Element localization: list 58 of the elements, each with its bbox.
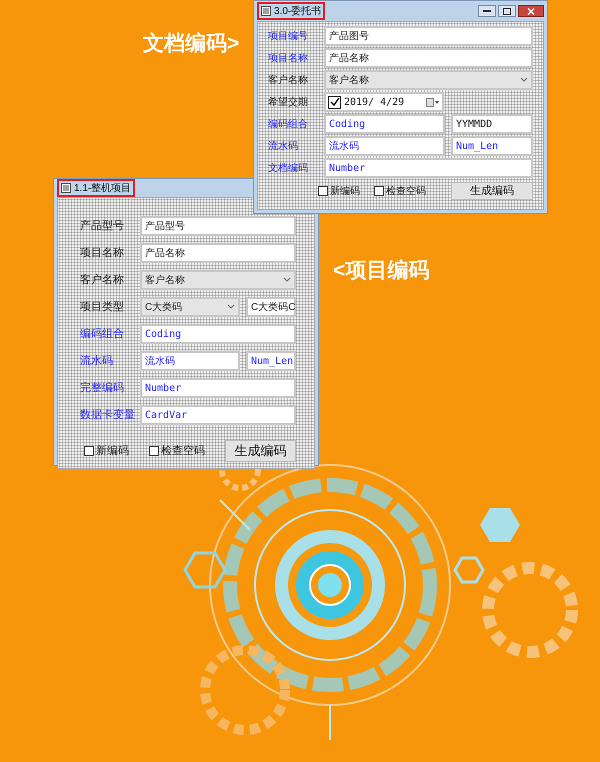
field-label: 流水码	[268, 140, 299, 154]
calendar-icon[interactable]	[426, 98, 440, 106]
input-field[interactable]: 产品名称	[324, 48, 533, 68]
form-icon	[61, 183, 71, 193]
maximize-button[interactable]	[498, 5, 516, 17]
field-label: 希望交期	[268, 96, 309, 110]
input-field[interactable]: Coding	[140, 324, 296, 344]
checkbox[interactable]: 检查空码	[374, 184, 426, 198]
input-field[interactable]: CardVar	[140, 405, 296, 425]
callout-text: 文档编码>	[143, 31, 240, 57]
input-field[interactable]: 产品图号	[324, 26, 533, 46]
close-icon	[527, 8, 535, 14]
input-field[interactable]: Coding	[324, 114, 445, 134]
input-field[interactable]: 流水码	[140, 351, 240, 371]
field-label: 完整编码	[79, 380, 125, 396]
field-label: 项目编号	[268, 30, 309, 44]
date-field[interactable]: 2019/ 4/29	[324, 92, 444, 112]
checkbox[interactable]	[328, 96, 341, 108]
minimize-button[interactable]	[478, 5, 496, 17]
chevron-icon	[283, 277, 291, 283]
chevron-icon	[520, 77, 528, 83]
field-label: 文档编码	[268, 162, 309, 176]
callout-text: <项目编码	[333, 258, 430, 284]
dropdown[interactable]: 客户名称	[140, 270, 296, 290]
input-field[interactable]: YYMMDD	[451, 114, 533, 134]
field-label: 客户名称	[268, 74, 309, 88]
input-field[interactable]: 流水码	[324, 136, 445, 156]
minimize-icon	[483, 10, 491, 12]
maximize-icon	[503, 8, 511, 14]
close-button[interactable]	[518, 5, 544, 17]
input-field[interactable]: 产品名称	[140, 243, 296, 263]
dropdown[interactable]: 客户名称	[324, 70, 533, 90]
checkbox[interactable]: 检查空码	[149, 442, 205, 460]
check-icon	[330, 97, 340, 107]
checkbox[interactable]: 新编码	[318, 184, 360, 198]
input-field[interactable]: Number	[324, 158, 533, 178]
field-label: 编码组合	[79, 326, 125, 342]
field-label: 数据卡变量	[79, 408, 134, 423]
input-field[interactable]: Num_Len	[246, 351, 296, 371]
field-label: 产品型号	[79, 218, 125, 234]
input-field[interactable]: C大类码C	[246, 297, 296, 317]
field-label: 项目名称	[79, 246, 125, 261]
window-title: 1.1-整机项目	[74, 182, 132, 196]
input-field[interactable]: 产品型号	[140, 216, 296, 236]
form-icon	[261, 6, 271, 16]
field-label: 项目名称	[268, 52, 309, 66]
field-label: 客户名称	[79, 272, 125, 288]
generate-button[interactable]: 生成编码	[225, 440, 296, 462]
dropdown[interactable]: C大类码	[140, 297, 240, 317]
field-label: 流水码	[79, 354, 114, 369]
checkbox[interactable]: 新编码	[84, 442, 129, 460]
chevron-icon	[227, 304, 235, 310]
field-label: 编码组合	[268, 118, 309, 132]
window-title: 3.0-委托书	[274, 4, 322, 18]
input-field[interactable]: Number	[140, 378, 296, 398]
field-label: 项目类型	[79, 300, 125, 315]
input-field[interactable]: Num_Len	[451, 136, 533, 156]
generate-button[interactable]: 生成编码	[451, 182, 533, 200]
